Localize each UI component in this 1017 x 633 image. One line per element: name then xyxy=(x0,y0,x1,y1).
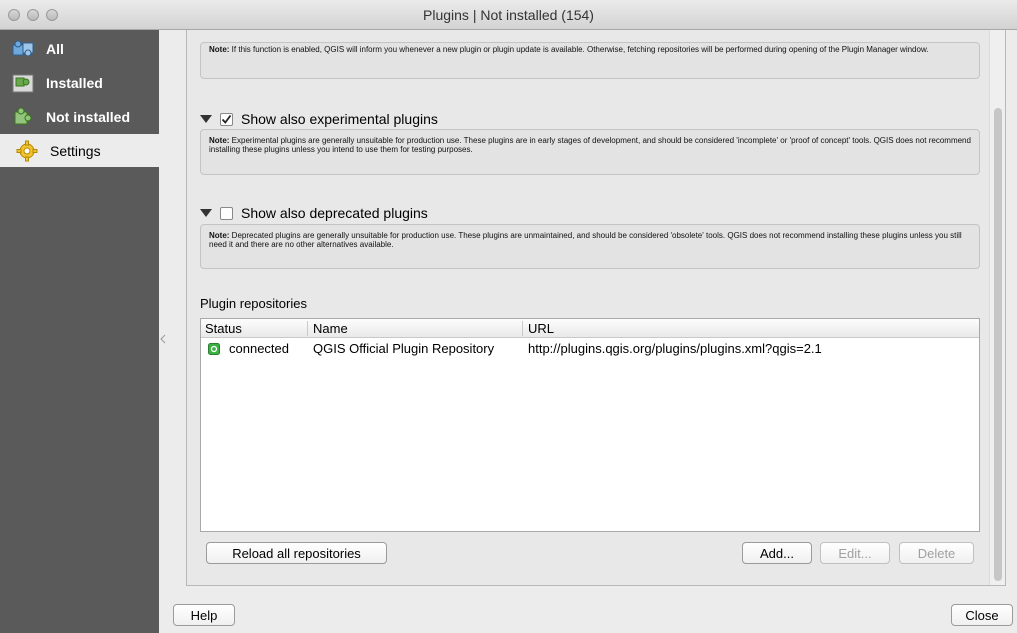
sidebar-item-not-installed[interactable]: Not installed xyxy=(0,100,159,133)
puzzle-box-icon xyxy=(10,72,36,94)
gear-icon xyxy=(14,140,40,162)
column-header-status[interactable]: Status xyxy=(205,321,242,336)
experimental-label[interactable]: Show also experimental plugins xyxy=(241,111,438,127)
edit-repository-button[interactable]: Edit... xyxy=(820,542,890,564)
note-text: Deprecated plugins are generally unsuita… xyxy=(209,231,962,249)
close-button[interactable]: Close xyxy=(951,604,1013,626)
deprecated-note: Note: Deprecated plugins are generally u… xyxy=(200,224,980,269)
sidebar: All Installed Not installed Settings xyxy=(0,30,159,633)
name-cell: QGIS Official Plugin Repository xyxy=(313,341,495,356)
experimental-note: Note: Experimental plugins are generally… xyxy=(200,129,980,175)
deprecated-checkbox[interactable] xyxy=(220,206,233,220)
puzzle-green-icon xyxy=(10,106,36,128)
experimental-checkbox[interactable] xyxy=(220,112,233,126)
window-title: Plugins | Not installed (154) xyxy=(423,7,594,23)
url-cell: http://plugins.qgis.org/plugins/plugins.… xyxy=(528,341,822,356)
sidebar-item-label: Installed xyxy=(46,74,103,91)
deprecated-label[interactable]: Show also deprecated plugins xyxy=(241,205,428,221)
help-button[interactable]: Help xyxy=(173,604,235,626)
note-label: Note: xyxy=(209,231,230,240)
check-updates-note: Note: If this function is enabled, QGIS … xyxy=(200,42,980,79)
connected-status-icon xyxy=(208,343,220,358)
column-header-name[interactable]: Name xyxy=(313,321,348,336)
delete-repository-button[interactable]: Delete xyxy=(899,542,974,564)
note-label: Note: xyxy=(209,136,230,145)
vertical-scrollbar[interactable] xyxy=(989,30,1005,585)
repositories-table[interactable]: Status Name URL connected QGIS Official … xyxy=(200,318,980,532)
disclosure-triangle-icon[interactable] xyxy=(200,209,212,217)
status-cell: connected xyxy=(229,341,289,356)
column-header-url[interactable]: URL xyxy=(528,321,554,336)
deprecated-group-header: Show also deprecated plugins xyxy=(200,205,428,221)
table-header: Status Name URL xyxy=(201,319,979,338)
note-text: If this function is enabled, QGIS will i… xyxy=(229,45,929,54)
note-text: Experimental plugins are generally unsui… xyxy=(209,136,971,154)
scrollbar-thumb[interactable] xyxy=(994,108,1002,581)
puzzle-blue-icon xyxy=(10,38,36,60)
plugin-repositories-label: Plugin repositories xyxy=(200,296,307,311)
sidebar-item-label: Not installed xyxy=(46,108,131,125)
settings-panel: Note: If this function is enabled, QGIS … xyxy=(186,30,1006,586)
sidebar-item-label: All xyxy=(46,40,64,57)
sidebar-item-label: Settings xyxy=(50,142,101,159)
table-row[interactable]: connected QGIS Official Plugin Repositor… xyxy=(201,339,979,359)
experimental-group-header: Show also experimental plugins xyxy=(200,111,438,127)
window-titlebar: Plugins | Not installed (154) xyxy=(0,0,1017,30)
sidebar-item-settings[interactable]: Settings xyxy=(0,134,159,167)
disclosure-triangle-icon[interactable] xyxy=(200,115,212,123)
add-repository-button[interactable]: Add... xyxy=(742,542,812,564)
sidebar-item-all[interactable]: All xyxy=(0,32,159,65)
checkmark-icon xyxy=(221,114,232,124)
note-label: Note: xyxy=(209,45,230,54)
sidebar-item-installed[interactable]: Installed xyxy=(0,66,159,99)
splitter-handle[interactable] xyxy=(160,332,166,344)
reload-all-repositories-button[interactable]: Reload all repositories xyxy=(206,542,387,564)
